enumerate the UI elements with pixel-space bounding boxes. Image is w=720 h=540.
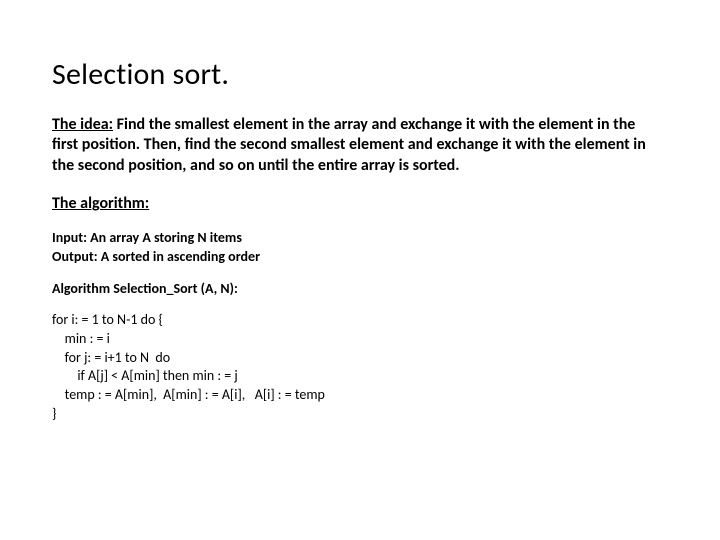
algorithm-name: Algorithm Selection_Sort (A, N):	[52, 280, 668, 297]
io-block: Input: An array A storing N items Output…	[52, 229, 668, 265]
slide: Selection sort. The idea: Find the small…	[0, 0, 720, 540]
slide-title: Selection sort.	[52, 56, 668, 93]
output-line: Output: A sorted in ascending order	[52, 248, 668, 266]
idea-label: The idea:	[52, 115, 113, 134]
idea-paragraph: The idea: Find the smallest element in t…	[52, 115, 662, 176]
pseudocode: for i: = 1 to N-1 do { min : = i for j: …	[52, 311, 668, 424]
idea-text: Find the smallest element in the array a…	[52, 115, 646, 175]
input-line: Input: An array A storing N items	[52, 229, 668, 247]
algorithm-label: The algorithm:	[52, 194, 668, 213]
